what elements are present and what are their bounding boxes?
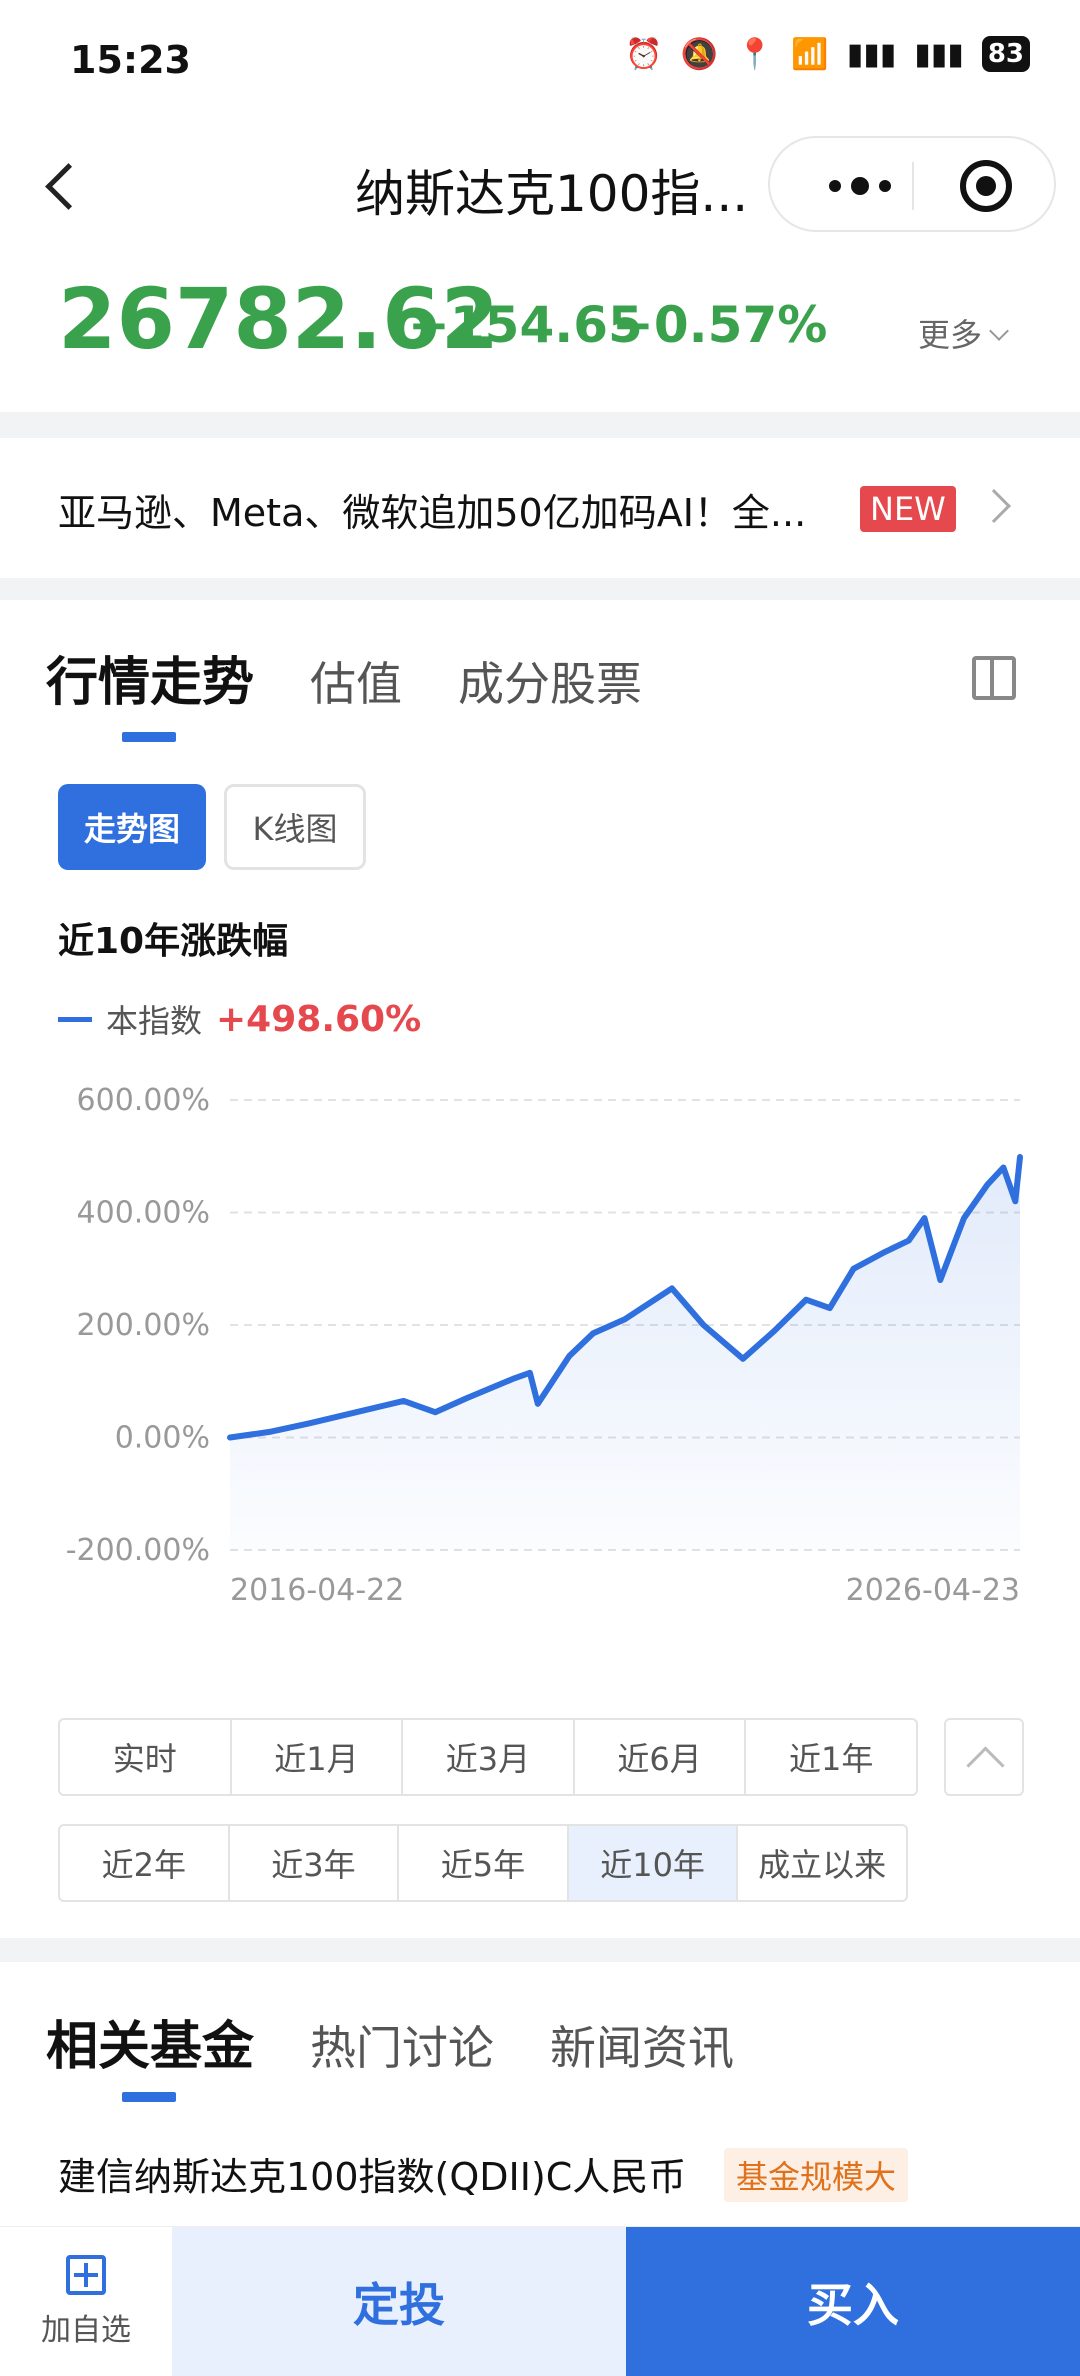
y-tick-label: 200.00% bbox=[77, 1308, 210, 1343]
status-time: 15:23 bbox=[70, 38, 191, 82]
period-title: 近10年涨跌幅 bbox=[58, 921, 289, 962]
active-tab-indicator bbox=[122, 732, 176, 742]
range-6m[interactable]: 近6月 bbox=[575, 1720, 747, 1794]
index-change-pct: −0.57% bbox=[612, 296, 828, 354]
range-3y[interactable]: 近3年 bbox=[230, 1826, 400, 1900]
market-tabs: 行情走势 估值 成分股票 bbox=[46, 640, 698, 715]
chart-legend: 本指数 +498.60% bbox=[58, 996, 421, 1042]
related-tabs: 相关基金 热门讨论 新闻资讯 bbox=[46, 2004, 790, 2079]
more-button[interactable]: 更多 bbox=[918, 310, 1009, 356]
tab-constituents[interactable]: 成分股票 bbox=[458, 648, 642, 714]
buy-button[interactable]: 买入 bbox=[626, 2227, 1080, 2376]
legend-swatch bbox=[58, 1016, 92, 1022]
signal-4g-icon: ▮▮▮ bbox=[914, 36, 964, 72]
page-title: 纳斯达克100指... bbox=[355, 165, 749, 223]
status-bar: 15:23 ⏰ 🔕 📍 📶 ▮▮▮ ▮▮▮ 83 bbox=[0, 0, 1080, 120]
collapse-ranges-button[interactable] bbox=[944, 1718, 1024, 1796]
mute-icon: 🔕 bbox=[680, 36, 719, 72]
chevron-down-icon bbox=[989, 321, 1009, 341]
active-tab-indicator bbox=[122, 2092, 176, 2102]
range-5y[interactable]: 近5年 bbox=[399, 1826, 569, 1900]
legend-series-name: 本指数 bbox=[106, 1002, 203, 1040]
tab-valuation[interactable]: 估值 bbox=[310, 648, 402, 714]
range-selector-row1: 实时 近1月 近3月 近6月 近1年 bbox=[58, 1718, 918, 1796]
back-button[interactable] bbox=[40, 160, 80, 210]
y-tick-label: -200.00% bbox=[66, 1533, 210, 1568]
add-watchlist-icon bbox=[66, 2255, 106, 2295]
add-watchlist-button[interactable]: 加自选 bbox=[0, 2227, 172, 2376]
range-1m[interactable]: 近1月 bbox=[232, 1720, 404, 1794]
legend-series-value: +498.60% bbox=[216, 998, 422, 1040]
fund-name[interactable]: 建信纳斯达克100指数(QDII)C人民币 bbox=[58, 2146, 686, 2201]
fund-tag: 基金规模大 bbox=[724, 2148, 909, 2202]
status-icons: ⏰ 🔕 📍 📶 ▮▮▮ ▮▮▮ 83 bbox=[625, 36, 1030, 72]
alarm-icon: ⏰ bbox=[625, 36, 663, 72]
y-tick-label: 0.00% bbox=[115, 1421, 210, 1456]
capsule-divider bbox=[912, 162, 914, 210]
range-selector-row2: 近2年 近3年 近5年 近10年 成立以来 bbox=[58, 1824, 908, 1902]
tab-hot-discussion[interactable]: 热门讨论 bbox=[310, 2012, 494, 2078]
range-realtime[interactable]: 实时 bbox=[60, 1720, 232, 1794]
mini-program-capsule bbox=[768, 136, 1056, 232]
chevron-right-icon bbox=[977, 489, 1011, 523]
x-end-label: 2026-04-23 bbox=[846, 1573, 1020, 1608]
index-change: −154.65 bbox=[408, 296, 643, 354]
more-menu-button[interactable] bbox=[810, 156, 910, 216]
trend-chart[interactable]: 600.00% 400.00% 200.00% 0.00% -200.00% 2016-0… bbox=[0, 1050, 1080, 1610]
area-fill bbox=[230, 1157, 1020, 1550]
trend-chart-button[interactable]: 走势图 bbox=[58, 784, 206, 870]
sip-button[interactable]: 定投 bbox=[172, 2227, 626, 2376]
signal-5g-icon: ▮▮▮ bbox=[846, 36, 897, 72]
tab-news[interactable]: 新闻资讯 bbox=[550, 2012, 734, 2078]
quote-header: 26782.62 −154.65 −0.57% 更多 bbox=[0, 250, 1080, 412]
news-banner[interactable]: 亚马逊、Meta、微软追加50亿加码AI！全... NEW bbox=[0, 438, 1080, 578]
x-start-label: 2016-04-22 bbox=[230, 1573, 404, 1608]
y-tick-label: 600.00% bbox=[77, 1083, 210, 1118]
tab-market-trend[interactable]: 行情走势 bbox=[46, 640, 254, 715]
tab-related-funds[interactable]: 相关基金 bbox=[46, 2004, 254, 2079]
range-10y[interactable]: 近10年 bbox=[568, 1826, 739, 1900]
range-3m[interactable]: 近3月 bbox=[403, 1720, 575, 1794]
range-2y[interactable]: 近2年 bbox=[60, 1826, 230, 1900]
close-target-button[interactable] bbox=[960, 160, 1012, 212]
nav-bar: 纳斯达克100指... bbox=[0, 120, 1080, 250]
market-section: 行情走势 估值 成分股票 走势图 K线图 近10年涨跌幅 本指数 +498.60… bbox=[0, 600, 1080, 1938]
battery-icon: 83 bbox=[981, 36, 1030, 72]
bottom-action-bar: 加自选 定投 买入 bbox=[0, 2226, 1080, 2376]
landscape-toggle-icon[interactable] bbox=[972, 656, 1016, 700]
kline-chart-button[interactable]: K线图 bbox=[224, 784, 366, 870]
news-headline: 亚马逊、Meta、微软追加50亿加码AI！全... bbox=[58, 491, 807, 535]
new-badge: NEW bbox=[860, 486, 956, 532]
wifi-icon: 📶 bbox=[791, 36, 829, 72]
range-since-inception[interactable]: 成立以来 bbox=[738, 1826, 906, 1900]
range-1y[interactable]: 近1年 bbox=[746, 1720, 916, 1794]
location-icon: 📍 bbox=[736, 36, 774, 72]
more-label: 更多 bbox=[918, 316, 983, 354]
add-watchlist-label: 加自选 bbox=[41, 2313, 131, 2348]
y-tick-label: 400.00% bbox=[77, 1196, 210, 1231]
